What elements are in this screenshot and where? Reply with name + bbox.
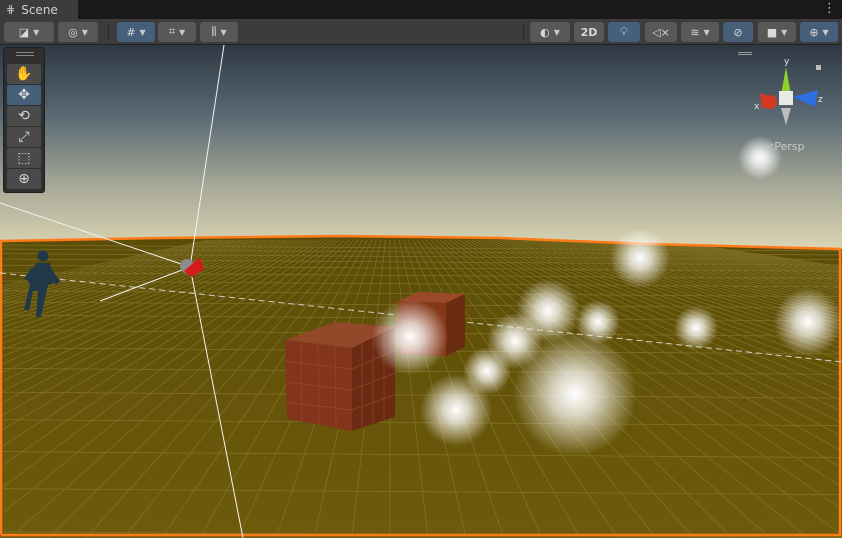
move-icon: ✥ bbox=[18, 87, 30, 103]
scene-viewport[interactable]: y z x bbox=[0, 45, 842, 538]
globe-icon: ◎ bbox=[68, 25, 78, 39]
chevron-down-icon: ▼ bbox=[220, 27, 227, 37]
scale-icon: ⤢ bbox=[18, 129, 30, 145]
hand-icon: ✋ bbox=[15, 66, 33, 82]
snap-increment-dropdown[interactable]: ⌗ ▼ bbox=[158, 22, 196, 42]
rotate-icon: ⟲ bbox=[18, 108, 30, 124]
ruler-dropdown[interactable]: ⫼ ▼ bbox=[200, 22, 238, 42]
layers-icon: ≋ bbox=[690, 25, 700, 39]
chevron-down-icon: ▼ bbox=[822, 27, 829, 37]
chevron-down-icon: ▼ bbox=[179, 27, 186, 37]
chevron-down-icon: ▼ bbox=[81, 27, 88, 37]
grid-snap-dropdown[interactable]: # ▼ bbox=[117, 22, 155, 42]
gizmo-y-label: y bbox=[784, 57, 790, 67]
shading-mode-dropdown[interactable]: ◐ ▼ bbox=[530, 22, 570, 42]
scene-window: ⋕ Scene ⋮ ◪ ▼ ◎ ▼ # ▼ ⌗ ▼ ⫼ ▼ ◐ ▼ 2D 💡︎ ◁× bbox=[0, 0, 842, 538]
toolbar-divider bbox=[108, 24, 109, 40]
hand-tool-button[interactable]: ✋ bbox=[7, 64, 41, 84]
gizmo-globe-icon: ⊕ bbox=[809, 25, 819, 39]
effects-dropdown[interactable]: ≋ ▼ bbox=[681, 22, 719, 42]
gizmo-menu-icon[interactable] bbox=[738, 52, 752, 55]
tab-scene[interactable]: ⋕ Scene bbox=[0, 0, 78, 19]
draw-mode-dropdown[interactable]: ◪ ▼ bbox=[4, 22, 54, 42]
tool-palette: ✋ ✥ ⟲ ⤢ ⬚ ⊕ bbox=[3, 47, 45, 193]
lighting-toggle[interactable]: 💡︎ bbox=[608, 22, 640, 42]
palette-grip-icon[interactable] bbox=[16, 52, 34, 56]
transform-icon: ⊕ bbox=[18, 171, 30, 187]
grid-icon: ⋕ bbox=[6, 3, 16, 16]
scale-tool-button[interactable]: ⤢ bbox=[7, 127, 41, 147]
tab-bar: ⋕ Scene ⋮ bbox=[0, 0, 842, 19]
audio-toggle[interactable]: ◁× bbox=[645, 22, 677, 42]
more-menu-icon[interactable]: ⋮ bbox=[823, 1, 836, 16]
brush-icon: ◪ bbox=[18, 25, 30, 39]
chevron-left-icon: < bbox=[765, 140, 775, 153]
toolbar-divider bbox=[523, 24, 524, 40]
eye-slash-icon: ⊘ bbox=[733, 25, 743, 39]
chevron-down-icon: ▼ bbox=[33, 27, 40, 37]
gizmo-x-label: x bbox=[754, 102, 760, 112]
rect-icon: ⬚ bbox=[17, 150, 31, 166]
lightbulb-icon: 💡︎ bbox=[620, 25, 628, 38]
sphere-icon: ◐ bbox=[540, 25, 550, 39]
grid-icon: # bbox=[126, 25, 136, 39]
scene-render[interactable]: y z x bbox=[0, 45, 842, 538]
move-tool-button[interactable]: ✥ bbox=[7, 85, 41, 105]
grid-snap-icon: ⌗ bbox=[168, 25, 176, 38]
chevron-down-icon: ▼ bbox=[703, 27, 710, 37]
chevron-down-icon: ▼ bbox=[781, 27, 788, 37]
hidden-objects-toggle[interactable]: ⊘ bbox=[723, 22, 753, 42]
rotate-tool-button[interactable]: ⟲ bbox=[7, 106, 41, 126]
transform-tool-button[interactable]: ⊕ bbox=[7, 169, 41, 189]
chevron-down-icon: ▼ bbox=[553, 27, 560, 37]
ruler-icon: ⫼ bbox=[211, 25, 217, 38]
gizmos-dropdown[interactable]: ⊕ ▼ bbox=[800, 22, 838, 42]
scene-toolbar: ◪ ▼ ◎ ▼ # ▼ ⌗ ▼ ⫼ ▼ ◐ ▼ 2D 💡︎ ◁× ≋ ▼ ⊘ ■… bbox=[0, 19, 842, 45]
chevron-down-icon: ▼ bbox=[139, 27, 146, 37]
2d-toggle[interactable]: 2D bbox=[574, 22, 604, 42]
camera-icon: ■ bbox=[766, 25, 778, 39]
audio-mute-icon: ◁× bbox=[652, 25, 670, 39]
rect-tool-button[interactable]: ⬚ bbox=[7, 148, 41, 168]
gizmo-center-cube[interactable] bbox=[779, 91, 793, 105]
projection-toggle[interactable]: <Persp bbox=[765, 140, 804, 153]
camera-dropdown[interactable]: ■ ▼ bbox=[758, 22, 796, 42]
tab-label: Scene bbox=[21, 2, 58, 17]
skybox bbox=[0, 45, 842, 250]
gizmo-z-label: z bbox=[818, 95, 823, 105]
global-dropdown[interactable]: ◎ ▼ bbox=[58, 22, 98, 42]
projection-label: Persp bbox=[774, 140, 805, 153]
